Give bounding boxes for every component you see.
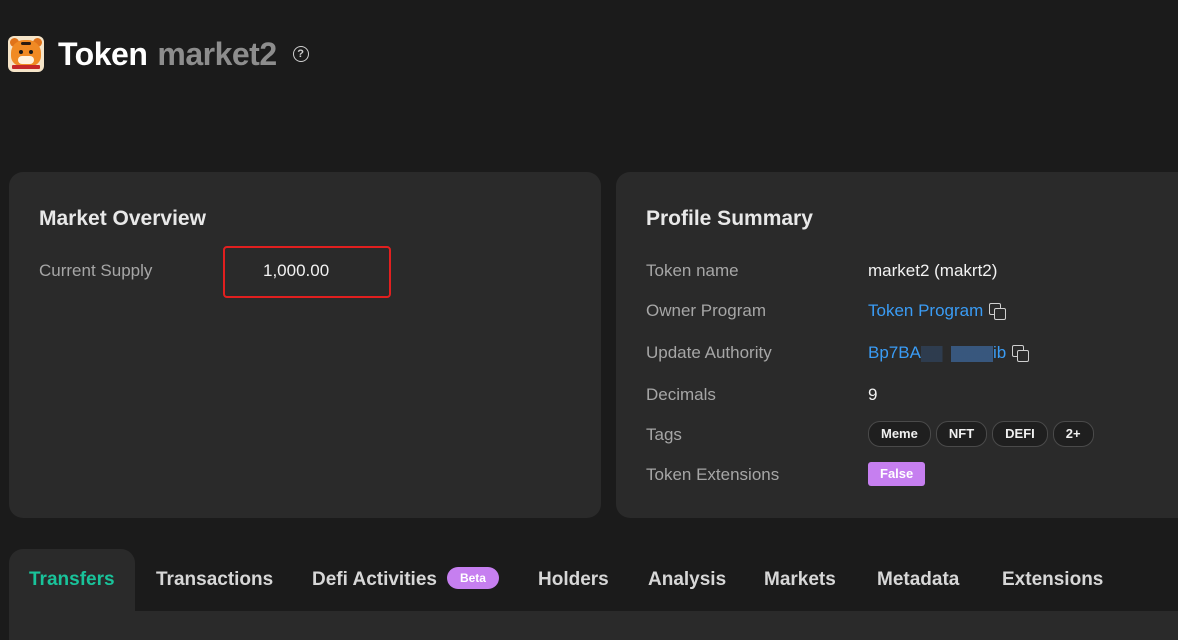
update-authority-label: Update Authority [646, 343, 772, 362]
tab-defi-activities-label: Defi Activities [312, 569, 437, 590]
current-supply-label: Current Supply [39, 261, 153, 280]
tab-bar: Transfers Transactions Defi Activities Be… [9, 549, 1178, 611]
decimals-label: Decimals [646, 385, 716, 404]
tag-nft[interactable]: NFT [935, 421, 988, 447]
page-title: Token [58, 35, 148, 72]
token-extensions-label: Token Extensions [646, 465, 780, 484]
token-logo-icon [8, 36, 44, 72]
tab-defi-activities[interactable]: Defi Activities Beta [312, 549, 499, 611]
tag-more[interactable]: 2+ [1052, 421, 1094, 447]
update-authority-suffix: ib [992, 343, 1007, 362]
tab-holders[interactable]: Holders [538, 549, 609, 611]
tab-content-panel [9, 611, 1178, 640]
profile-summary-card: Profile Summary Token name market2 (makr… [616, 172, 1178, 518]
tags-label: Tags [646, 425, 682, 444]
beta-badge: Beta [446, 567, 499, 589]
redacted-address [920, 345, 993, 362]
tab-metadata[interactable]: Metadata [877, 549, 959, 611]
token-name-value: market2 (makrt2) [868, 261, 998, 280]
owner-program-label: Owner Program [646, 301, 766, 320]
current-supply-highlight: 1,000.00 [223, 246, 391, 298]
tags-list: Meme NFT DEFI 2+ [868, 421, 1094, 447]
tab-analysis[interactable]: Analysis [648, 549, 726, 611]
tag-meme[interactable]: Meme [868, 421, 931, 447]
decimals-value: 9 [868, 385, 878, 404]
current-supply-value: 1,000.00 [263, 261, 330, 280]
update-authority-link[interactable]: Bp7BA ib [868, 343, 1006, 362]
tab-transactions[interactable]: Transactions [156, 549, 273, 611]
copy-icon[interactable] [989, 302, 1007, 321]
update-authority-prefix: Bp7BA [868, 343, 921, 362]
tab-markets[interactable]: Markets [764, 549, 836, 611]
owner-program-row: Token Program [868, 301, 1007, 321]
update-authority-row: Bp7BA ib [868, 343, 1030, 363]
tag-defi[interactable]: DEFI [992, 421, 1048, 447]
profile-summary-title: Profile Summary [646, 207, 813, 230]
market-overview-card: Market Overview Current Supply 1,000.00 [9, 172, 601, 518]
tab-extensions[interactable]: Extensions [1002, 549, 1103, 611]
owner-program-link[interactable]: Token Program [868, 301, 983, 320]
page-header: Token market2 ? [8, 34, 309, 74]
token-name-label: Token name [646, 261, 739, 280]
copy-icon[interactable] [1012, 344, 1030, 363]
token-extensions-badge: False [868, 462, 926, 486]
help-icon[interactable]: ? [292, 46, 309, 62]
market-overview-title: Market Overview [39, 207, 206, 230]
token-name-title: market2 [157, 35, 277, 72]
tab-transfers[interactable]: Transfers [9, 549, 135, 611]
